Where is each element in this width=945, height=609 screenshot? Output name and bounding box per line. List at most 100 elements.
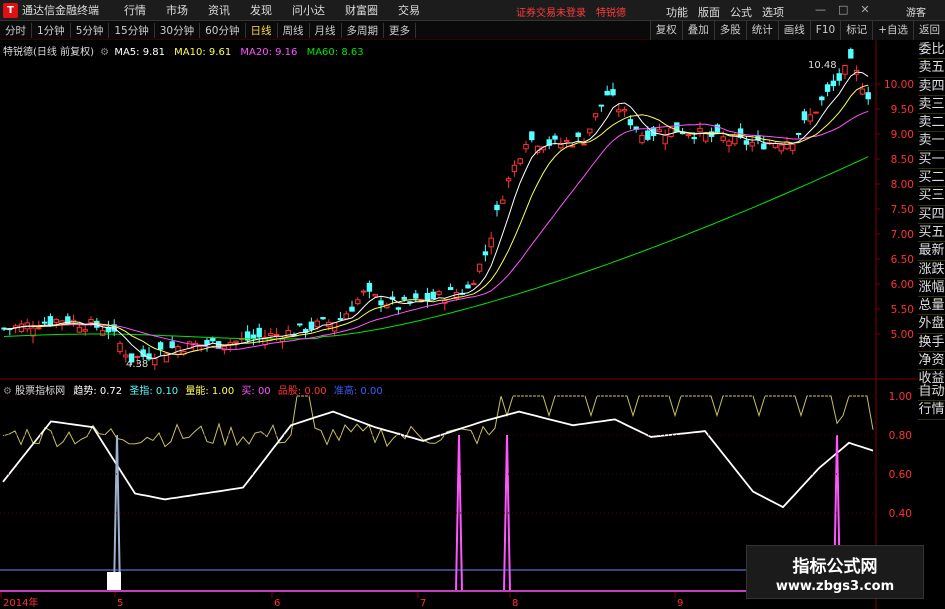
menu-trade[interactable]: 交易 bbox=[388, 2, 430, 18]
sidetab-change[interactable]: 涨跌 bbox=[918, 261, 945, 279]
sidetab-buy4[interactable]: 买四 bbox=[918, 206, 945, 224]
period-weekly[interactable]: 周线 bbox=[278, 22, 310, 38]
kline-panel[interactable]: 10.48 4.38 bbox=[1, 47, 871, 370]
tool-mark[interactable]: 标记 bbox=[840, 21, 873, 40]
guest-label[interactable]: 游客 bbox=[906, 4, 926, 19]
sidetab-net-asset[interactable]: 净资 bbox=[918, 352, 945, 371]
menu-discover[interactable]: 发现 bbox=[240, 2, 282, 18]
date-tick: 8 bbox=[512, 598, 518, 609]
sidetab-sell4[interactable]: 卖四 bbox=[918, 78, 945, 96]
candle-body bbox=[685, 134, 692, 137]
menu-market[interactable]: 市场 bbox=[156, 2, 198, 18]
tool-stats[interactable]: 统计 bbox=[745, 21, 778, 40]
menu-formula[interactable]: 公式 bbox=[730, 4, 752, 20]
settings-icon[interactable]: ⚙ bbox=[100, 47, 109, 58]
tool-add-watchlist[interactable]: +自选 bbox=[872, 21, 913, 40]
sidetab-buy3[interactable]: 买三 bbox=[918, 187, 945, 206]
candle-body bbox=[859, 88, 866, 95]
sidetab-turnover[interactable]: 换手 bbox=[918, 334, 945, 353]
period-15min[interactable]: 15分钟 bbox=[109, 22, 155, 38]
watermark-url: www.zbgs3.com bbox=[775, 579, 895, 594]
indicator-panel[interactable] bbox=[0, 395, 876, 592]
sidetab-sell1[interactable]: 卖一 bbox=[918, 132, 945, 151]
candle-body bbox=[500, 199, 506, 204]
price-tick: 7.00 bbox=[891, 229, 914, 241]
sidetab-outer[interactable]: 外盘 bbox=[918, 315, 945, 334]
price-tick: 7.50 bbox=[891, 204, 914, 216]
candle-body bbox=[627, 119, 634, 126]
candle-body bbox=[848, 49, 854, 59]
candle-body bbox=[360, 290, 367, 293]
tool-f10[interactable]: F10 bbox=[809, 21, 841, 40]
menu-quotes[interactable]: 行情 bbox=[114, 2, 156, 18]
candle-body bbox=[778, 144, 784, 152]
sidetab-sell3[interactable]: 卖三 bbox=[918, 96, 945, 115]
candle-body bbox=[604, 90, 610, 96]
price-tick: 5.50 bbox=[891, 304, 914, 316]
menu-options[interactable]: 选项 bbox=[762, 4, 784, 20]
indicator-tick: 0.80 bbox=[889, 430, 912, 442]
menu-wealth[interactable]: 财富圈 bbox=[335, 2, 388, 18]
sidetab-sell5[interactable]: 卖五 bbox=[918, 59, 945, 78]
sidetab-change-pct[interactable]: 涨幅 bbox=[918, 279, 945, 298]
tool-draw[interactable]: 画线 bbox=[777, 21, 810, 40]
candle-body bbox=[621, 108, 628, 112]
candle-body bbox=[447, 287, 454, 291]
title-bar: T 通达信金融终端 行情 市场 资讯 发现 问小达 财富圈 交易 证券交易未登录… bbox=[0, 0, 945, 21]
period-intraday[interactable]: 分时 bbox=[0, 22, 32, 38]
candle-body bbox=[41, 321, 48, 324]
sidetab-buy2[interactable]: 买二 bbox=[918, 169, 945, 188]
period-monthly[interactable]: 月线 bbox=[310, 22, 342, 38]
chart-area[interactable]: 10.48 4.38 10.00 9.50 9.00 8.50 8.00 7.50 7.00 6… bbox=[0, 40, 918, 609]
tool-overlay[interactable]: 叠加 bbox=[681, 21, 714, 40]
settings-icon[interactable]: ⚙ bbox=[3, 386, 12, 397]
sidetab-latest[interactable]: 最新 bbox=[918, 242, 945, 261]
date-tick: 5 bbox=[117, 598, 123, 609]
tool-back[interactable]: 返回 bbox=[913, 21, 945, 40]
sidetab-wei-bi[interactable]: 委比 bbox=[918, 41, 945, 60]
candle-body bbox=[36, 327, 42, 330]
menu-function[interactable]: 功能 bbox=[666, 4, 688, 20]
candle-body bbox=[204, 339, 210, 346]
menu-ask[interactable]: 问小达 bbox=[282, 2, 335, 18]
date-tick: 9 bbox=[677, 598, 683, 609]
tool-multistock[interactable]: 多股 bbox=[713, 21, 746, 40]
period-1min[interactable]: 1分钟 bbox=[32, 22, 71, 38]
login-notice[interactable]: 证券交易未登录 bbox=[516, 4, 586, 19]
candle-body bbox=[801, 111, 808, 121]
period-multi[interactable]: 多周期 bbox=[342, 22, 384, 38]
sidetab-volume[interactable]: 总量 bbox=[918, 297, 945, 316]
sidetab-buy1[interactable]: 买一 bbox=[918, 151, 945, 170]
maximize-icon[interactable]: □ bbox=[838, 3, 848, 16]
date-tick: 7 bbox=[420, 598, 426, 609]
candle-body bbox=[471, 283, 477, 286]
sidetab-sell2[interactable]: 卖二 bbox=[918, 114, 945, 133]
candle-body bbox=[836, 73, 842, 81]
candle-body bbox=[123, 354, 129, 358]
candle-body bbox=[662, 134, 668, 145]
period-more[interactable]: 更多 bbox=[384, 22, 416, 38]
period-5min[interactable]: 5分钟 bbox=[71, 22, 110, 38]
period-30min[interactable]: 30分钟 bbox=[155, 22, 201, 38]
candle-body bbox=[465, 284, 471, 289]
menu-layout[interactable]: 版面 bbox=[698, 4, 720, 20]
ma20-line bbox=[3, 110, 869, 351]
tool-adjust[interactable]: 复权 bbox=[649, 21, 682, 40]
candle-body bbox=[552, 135, 558, 140]
sidetab-buy5[interactable]: 买五 bbox=[918, 224, 945, 243]
period-daily[interactable]: 日线 bbox=[246, 22, 278, 38]
candle-body bbox=[117, 342, 123, 353]
sidetab-quote[interactable]: 行情 bbox=[918, 401, 945, 420]
minimize-icon[interactable]: — bbox=[815, 3, 826, 16]
candle-body bbox=[401, 296, 407, 300]
sidetab-auto[interactable]: 自动 bbox=[918, 383, 945, 402]
period-60min[interactable]: 60分钟 bbox=[200, 22, 246, 38]
close-icon[interactable]: ✕ bbox=[860, 3, 869, 16]
candle-body bbox=[157, 342, 164, 350]
candle-body bbox=[668, 127, 674, 138]
app-title: 通达信金融终端 bbox=[22, 4, 99, 17]
main-legend: 特锐德(日线 前复权) ⚙ MA5: 9.81 MA10: 9.61 MA20:… bbox=[3, 43, 364, 58]
ma5-label: MA5: 9.81 bbox=[114, 47, 165, 58]
menu-news[interactable]: 资讯 bbox=[198, 2, 240, 18]
current-stock-name: 特锐德 bbox=[596, 8, 626, 19]
